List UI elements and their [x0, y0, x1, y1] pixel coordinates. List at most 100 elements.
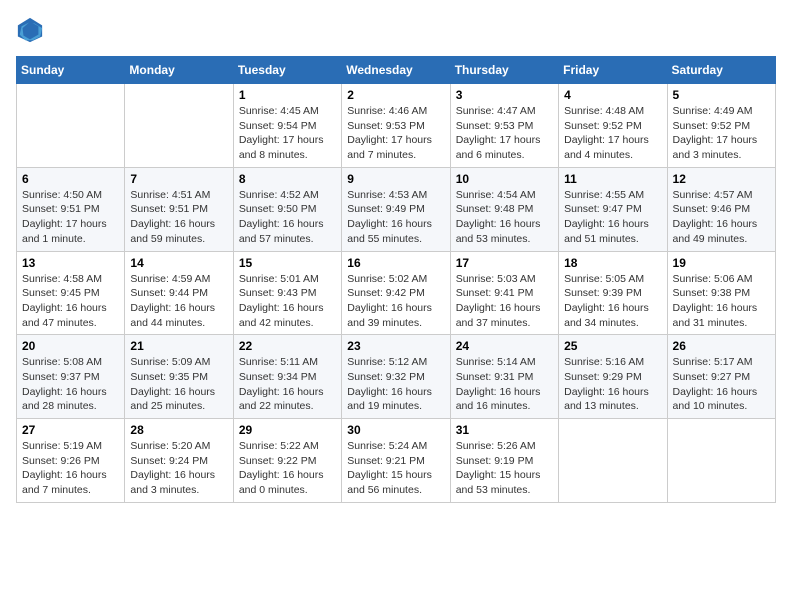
- calendar-cell: 13 Sunrise: 4:58 AM Sunset: 9:45 PM Dayli…: [17, 251, 125, 335]
- calendar-cell: 2Sunrise: 4:46 AM Sunset: 9:53 PM Daylig…: [342, 84, 450, 168]
- calendar-cell: 6 Sunrise: 4:50 AM Sunset: 9:51 PM Daylig…: [17, 167, 125, 251]
- calendar-cell: 26Sunrise: 5:17 AM Sunset: 9:27 PM Dayli…: [667, 335, 775, 419]
- day-info: Sunrise: 4:53 AM Sunset: 9:49 PM Dayligh…: [347, 188, 444, 247]
- day-number: 17: [456, 256, 553, 270]
- day-info: Sunrise: 4:46 AM Sunset: 9:53 PM Dayligh…: [347, 104, 444, 163]
- calendar-cell: 3 Sunrise: 4:47 AM Sunset: 9:53 PM Daylig…: [450, 84, 558, 168]
- day-info: Sunrise: 5:17 AM Sunset: 9:27 PM Dayligh…: [673, 355, 770, 414]
- day-info: Sunrise: 5:09 AM Sunset: 9:35 PM Dayligh…: [130, 355, 227, 414]
- calendar-week-row: 1 Sunrise: 4:45 AM Sunset: 9:54 PM Daylig…: [17, 84, 776, 168]
- calendar-cell: 7 Sunrise: 4:51 AM Sunset: 9:51 PM Daylig…: [125, 167, 233, 251]
- weekday-header-saturday: Saturday: [667, 57, 775, 84]
- day-info: Sunrise: 5:14 AM Sunset: 9:31 PM Dayligh…: [456, 355, 553, 414]
- day-number: 31: [456, 423, 553, 437]
- calendar-cell: 14 Sunrise: 4:59 AM Sunset: 9:44 PM Dayli…: [125, 251, 233, 335]
- calendar-cell: [125, 84, 233, 168]
- day-info: Sunrise: 5:16 AM Sunset: 9:29 PM Dayligh…: [564, 355, 661, 414]
- calendar-cell: 31Sunrise: 5:26 AM Sunset: 9:19 PM Dayli…: [450, 419, 558, 503]
- calendar-cell: 20 Sunrise: 5:08 AM Sunset: 9:37 PM Dayli…: [17, 335, 125, 419]
- day-number: 8: [239, 172, 336, 186]
- calendar-cell: 5 Sunrise: 4:49 AM Sunset: 9:52 PM Daylig…: [667, 84, 775, 168]
- calendar-cell: 21 Sunrise: 5:09 AM Sunset: 9:35 PM Dayli…: [125, 335, 233, 419]
- day-info: Sunrise: 4:52 AM Sunset: 9:50 PM Dayligh…: [239, 188, 336, 247]
- day-number: 27: [22, 423, 119, 437]
- day-info: Sunrise: 5:12 AM Sunset: 9:32 PM Dayligh…: [347, 355, 444, 414]
- calendar-cell: 12 Sunrise: 4:57 AM Sunset: 9:46 PM Dayli…: [667, 167, 775, 251]
- day-info: Sunrise: 4:54 AM Sunset: 9:48 PM Dayligh…: [456, 188, 553, 247]
- calendar-cell: 1 Sunrise: 4:45 AM Sunset: 9:54 PM Daylig…: [233, 84, 341, 168]
- calendar-cell: 19 Sunrise: 5:06 AM Sunset: 9:38 PM Dayli…: [667, 251, 775, 335]
- day-number: 24: [456, 339, 553, 353]
- calendar-cell: 30Sunrise: 5:24 AM Sunset: 9:21 PM Dayli…: [342, 419, 450, 503]
- day-info: Sunrise: 5:19 AM Sunset: 9:26 PM Dayligh…: [22, 439, 119, 498]
- day-number: 9: [347, 172, 444, 186]
- calendar-week-row: 27 Sunrise: 5:19 AM Sunset: 9:26 PM Dayli…: [17, 419, 776, 503]
- day-number: 16: [347, 256, 444, 270]
- weekday-header-sunday: Sunday: [17, 57, 125, 84]
- day-info: Sunrise: 4:51 AM Sunset: 9:51 PM Dayligh…: [130, 188, 227, 247]
- day-number: 15: [239, 256, 336, 270]
- day-number: 28: [130, 423, 227, 437]
- calendar-cell: 28 Sunrise: 5:20 AM Sunset: 9:24 PM Dayli…: [125, 419, 233, 503]
- calendar-cell: 24 Sunrise: 5:14 AM Sunset: 9:31 PM Dayli…: [450, 335, 558, 419]
- day-number: 22: [239, 339, 336, 353]
- day-number: 11: [564, 172, 661, 186]
- day-number: 14: [130, 256, 227, 270]
- day-info: Sunrise: 5:02 AM Sunset: 9:42 PM Dayligh…: [347, 272, 444, 331]
- day-info: Sunrise: 4:59 AM Sunset: 9:44 PM Dayligh…: [130, 272, 227, 331]
- calendar-cell: 8 Sunrise: 4:52 AM Sunset: 9:50 PM Daylig…: [233, 167, 341, 251]
- calendar-header-row: SundayMondayTuesdayWednesdayThursdayFrid…: [17, 57, 776, 84]
- calendar-cell: [559, 419, 667, 503]
- calendar-cell: 29Sunrise: 5:22 AM Sunset: 9:22 PM Dayli…: [233, 419, 341, 503]
- calendar-cell: [667, 419, 775, 503]
- calendar-cell: 16 Sunrise: 5:02 AM Sunset: 9:42 PM Dayli…: [342, 251, 450, 335]
- day-info: Sunrise: 4:58 AM Sunset: 9:45 PM Dayligh…: [22, 272, 119, 331]
- calendar-cell: 25Sunrise: 5:16 AM Sunset: 9:29 PM Dayli…: [559, 335, 667, 419]
- day-info: Sunrise: 5:01 AM Sunset: 9:43 PM Dayligh…: [239, 272, 336, 331]
- day-number: 29: [239, 423, 336, 437]
- day-info: Sunrise: 4:47 AM Sunset: 9:53 PM Dayligh…: [456, 104, 553, 163]
- weekday-header-friday: Friday: [559, 57, 667, 84]
- calendar-cell: 15 Sunrise: 5:01 AM Sunset: 9:43 PM Dayli…: [233, 251, 341, 335]
- day-number: 20: [22, 339, 119, 353]
- logo-icon: [16, 16, 44, 44]
- weekday-header-wednesday: Wednesday: [342, 57, 450, 84]
- day-info: Sunrise: 4:57 AM Sunset: 9:46 PM Dayligh…: [673, 188, 770, 247]
- day-info: Sunrise: 4:48 AM Sunset: 9:52 PM Dayligh…: [564, 104, 661, 163]
- weekday-header-monday: Monday: [125, 57, 233, 84]
- day-info: Sunrise: 5:11 AM Sunset: 9:34 PM Dayligh…: [239, 355, 336, 414]
- day-number: 21: [130, 339, 227, 353]
- day-number: 1: [239, 88, 336, 102]
- calendar-table: SundayMondayTuesdayWednesdayThursdayFrid…: [16, 56, 776, 503]
- day-info: Sunrise: 4:45 AM Sunset: 9:54 PM Dayligh…: [239, 104, 336, 163]
- day-number: 19: [673, 256, 770, 270]
- day-info: Sunrise: 5:20 AM Sunset: 9:24 PM Dayligh…: [130, 439, 227, 498]
- weekday-header-tuesday: Tuesday: [233, 57, 341, 84]
- calendar-cell: 23Sunrise: 5:12 AM Sunset: 9:32 PM Dayli…: [342, 335, 450, 419]
- day-number: 18: [564, 256, 661, 270]
- day-info: Sunrise: 4:50 AM Sunset: 9:51 PM Dayligh…: [22, 188, 119, 247]
- day-number: 13: [22, 256, 119, 270]
- calendar-week-row: 13 Sunrise: 4:58 AM Sunset: 9:45 PM Dayli…: [17, 251, 776, 335]
- day-info: Sunrise: 5:08 AM Sunset: 9:37 PM Dayligh…: [22, 355, 119, 414]
- calendar-cell: 17 Sunrise: 5:03 AM Sunset: 9:41 PM Dayli…: [450, 251, 558, 335]
- day-number: 7: [130, 172, 227, 186]
- calendar-week-row: 20 Sunrise: 5:08 AM Sunset: 9:37 PM Dayli…: [17, 335, 776, 419]
- calendar-cell: 9 Sunrise: 4:53 AM Sunset: 9:49 PM Daylig…: [342, 167, 450, 251]
- day-info: Sunrise: 5:06 AM Sunset: 9:38 PM Dayligh…: [673, 272, 770, 331]
- page-header: [16, 16, 776, 44]
- day-number: 4: [564, 88, 661, 102]
- day-info: Sunrise: 5:03 AM Sunset: 9:41 PM Dayligh…: [456, 272, 553, 331]
- day-number: 6: [22, 172, 119, 186]
- calendar-cell: 10 Sunrise: 4:54 AM Sunset: 9:48 PM Dayli…: [450, 167, 558, 251]
- calendar-cell: 22 Sunrise: 5:11 AM Sunset: 9:34 PM Dayli…: [233, 335, 341, 419]
- calendar-cell: [17, 84, 125, 168]
- day-number: 12: [673, 172, 770, 186]
- day-info: Sunrise: 4:49 AM Sunset: 9:52 PM Dayligh…: [673, 104, 770, 163]
- calendar-cell: 18Sunrise: 5:05 AM Sunset: 9:39 PM Dayli…: [559, 251, 667, 335]
- logo: [16, 16, 48, 44]
- day-number: 3: [456, 88, 553, 102]
- calendar-cell: 4 Sunrise: 4:48 AM Sunset: 9:52 PM Daylig…: [559, 84, 667, 168]
- day-number: 5: [673, 88, 770, 102]
- day-number: 10: [456, 172, 553, 186]
